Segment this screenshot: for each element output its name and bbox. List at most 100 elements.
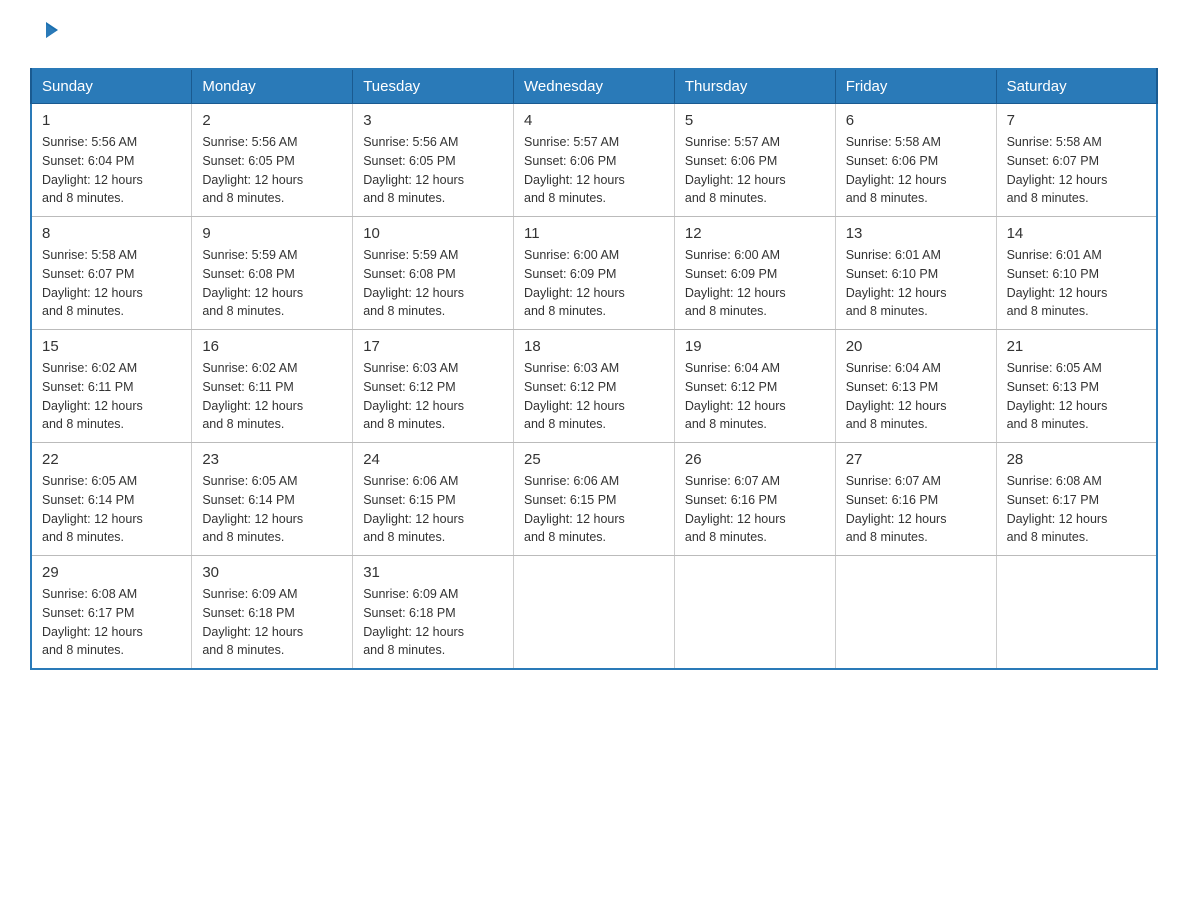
day-number: 12 xyxy=(685,225,825,242)
day-number: 25 xyxy=(524,451,664,468)
day-info: Sunrise: 6:09 AMSunset: 6:18 PMDaylight:… xyxy=(202,585,342,660)
day-cell-7: 7 Sunrise: 5:58 AMSunset: 6:07 PMDaylight… xyxy=(996,104,1157,217)
day-info: Sunrise: 6:05 AMSunset: 6:14 PMDaylight:… xyxy=(42,472,181,547)
day-info: Sunrise: 5:58 AMSunset: 6:07 PMDaylight:… xyxy=(1007,133,1146,208)
day-info: Sunrise: 5:56 AMSunset: 6:05 PMDaylight:… xyxy=(202,133,342,208)
day-info: Sunrise: 6:02 AMSunset: 6:11 PMDaylight:… xyxy=(42,359,181,434)
day-number: 2 xyxy=(202,112,342,129)
day-info: Sunrise: 6:08 AMSunset: 6:17 PMDaylight:… xyxy=(1007,472,1146,547)
day-cell-29: 29Sunrise: 6:08 AMSunset: 6:17 PMDayligh… xyxy=(31,556,192,670)
day-info: Sunrise: 6:04 AMSunset: 6:12 PMDaylight:… xyxy=(685,359,825,434)
day-number: 19 xyxy=(685,338,825,355)
day-cell-8: 8Sunrise: 5:58 AMSunset: 6:07 PMDaylight… xyxy=(31,217,192,330)
day-number: 8 xyxy=(42,225,181,242)
day-number: 26 xyxy=(685,451,825,468)
day-info: Sunrise: 6:01 AMSunset: 6:10 PMDaylight:… xyxy=(1007,246,1146,321)
day-number: 14 xyxy=(1007,225,1146,242)
day-info: Sunrise: 6:02 AMSunset: 6:11 PMDaylight:… xyxy=(202,359,342,434)
day-cell-21: 21 Sunrise: 6:05 AMSunset: 6:13 PMDayligh… xyxy=(996,330,1157,443)
day-cell-22: 22 Sunrise: 6:05 AMSunset: 6:14 PMDayligh… xyxy=(31,443,192,556)
empty-cell xyxy=(835,556,996,670)
empty-cell xyxy=(996,556,1157,670)
day-info: Sunrise: 6:03 AMSunset: 6:12 PMDaylight:… xyxy=(363,359,503,434)
day-number: 4 xyxy=(524,112,664,129)
page-header xyxy=(30,20,1158,48)
day-cell-2: 2 Sunrise: 5:56 AMSunset: 6:05 PMDaylight… xyxy=(192,104,353,217)
day-cell-1: 1 Sunrise: 5:56 AMSunset: 6:04 PMDaylight… xyxy=(31,104,192,217)
empty-cell xyxy=(514,556,675,670)
week-row-5: 29Sunrise: 6:08 AMSunset: 6:17 PMDayligh… xyxy=(31,556,1157,670)
day-cell-5: 5 Sunrise: 5:57 AMSunset: 6:06 PMDaylight… xyxy=(674,104,835,217)
day-info: Sunrise: 5:59 AMSunset: 6:08 PMDaylight:… xyxy=(202,246,342,321)
day-number: 20 xyxy=(846,338,986,355)
day-number: 21 xyxy=(1007,338,1146,355)
day-number: 17 xyxy=(363,338,503,355)
empty-cell xyxy=(674,556,835,670)
day-number: 31 xyxy=(363,564,503,581)
day-number: 1 xyxy=(42,112,181,129)
day-header-monday: Monday xyxy=(192,69,353,104)
day-info: Sunrise: 6:05 AMSunset: 6:14 PMDaylight:… xyxy=(202,472,342,547)
day-number: 7 xyxy=(1007,112,1146,129)
header-row: SundayMondayTuesdayWednesdayThursdayFrid… xyxy=(31,69,1157,104)
day-info: Sunrise: 6:06 AMSunset: 6:15 PMDaylight:… xyxy=(524,472,664,547)
day-info: Sunrise: 6:01 AMSunset: 6:10 PMDaylight:… xyxy=(846,246,986,321)
day-cell-27: 27 Sunrise: 6:07 AMSunset: 6:16 PMDayligh… xyxy=(835,443,996,556)
day-cell-31: 31 Sunrise: 6:09 AMSunset: 6:18 PMDayligh… xyxy=(353,556,514,670)
day-header-friday: Friday xyxy=(835,69,996,104)
day-number: 27 xyxy=(846,451,986,468)
day-info: Sunrise: 5:57 AMSunset: 6:06 PMDaylight:… xyxy=(685,133,825,208)
day-cell-12: 12 Sunrise: 6:00 AMSunset: 6:09 PMDayligh… xyxy=(674,217,835,330)
day-info: Sunrise: 5:58 AMSunset: 6:06 PMDaylight:… xyxy=(846,133,986,208)
day-cell-20: 20Sunrise: 6:04 AMSunset: 6:13 PMDayligh… xyxy=(835,330,996,443)
day-header-tuesday: Tuesday xyxy=(353,69,514,104)
day-number: 9 xyxy=(202,225,342,242)
day-number: 24 xyxy=(363,451,503,468)
day-cell-23: 23 Sunrise: 6:05 AMSunset: 6:14 PMDayligh… xyxy=(192,443,353,556)
day-info: Sunrise: 6:00 AMSunset: 6:09 PMDaylight:… xyxy=(524,246,664,321)
day-header-saturday: Saturday xyxy=(996,69,1157,104)
day-cell-13: 13Sunrise: 6:01 AMSunset: 6:10 PMDayligh… xyxy=(835,217,996,330)
logo xyxy=(30,20,60,48)
week-row-3: 15 Sunrise: 6:02 AMSunset: 6:11 PMDayligh… xyxy=(31,330,1157,443)
day-cell-17: 17 Sunrise: 6:03 AMSunset: 6:12 PMDayligh… xyxy=(353,330,514,443)
day-header-thursday: Thursday xyxy=(674,69,835,104)
day-number: 3 xyxy=(363,112,503,129)
day-info: Sunrise: 5:59 AMSunset: 6:08 PMDaylight:… xyxy=(363,246,503,321)
day-number: 29 xyxy=(42,564,181,581)
day-number: 23 xyxy=(202,451,342,468)
day-cell-9: 9 Sunrise: 5:59 AMSunset: 6:08 PMDaylight… xyxy=(192,217,353,330)
logo-flag-icon xyxy=(32,20,60,48)
day-number: 15 xyxy=(42,338,181,355)
day-cell-11: 11Sunrise: 6:00 AMSunset: 6:09 PMDayligh… xyxy=(514,217,675,330)
day-info: Sunrise: 6:03 AMSunset: 6:12 PMDaylight:… xyxy=(524,359,664,434)
day-number: 18 xyxy=(524,338,664,355)
day-cell-14: 14 Sunrise: 6:01 AMSunset: 6:10 PMDayligh… xyxy=(996,217,1157,330)
day-number: 5 xyxy=(685,112,825,129)
day-info: Sunrise: 5:57 AMSunset: 6:06 PMDaylight:… xyxy=(524,133,664,208)
day-number: 6 xyxy=(846,112,986,129)
day-info: Sunrise: 6:07 AMSunset: 6:16 PMDaylight:… xyxy=(846,472,986,547)
day-info: Sunrise: 5:56 AMSunset: 6:04 PMDaylight:… xyxy=(42,133,181,208)
day-number: 28 xyxy=(1007,451,1146,468)
day-cell-3: 3 Sunrise: 5:56 AMSunset: 6:05 PMDaylight… xyxy=(353,104,514,217)
day-cell-28: 28 Sunrise: 6:08 AMSunset: 6:17 PMDayligh… xyxy=(996,443,1157,556)
day-cell-16: 16 Sunrise: 6:02 AMSunset: 6:11 PMDayligh… xyxy=(192,330,353,443)
day-number: 16 xyxy=(202,338,342,355)
day-cell-26: 26 Sunrise: 6:07 AMSunset: 6:16 PMDayligh… xyxy=(674,443,835,556)
week-row-1: 1 Sunrise: 5:56 AMSunset: 6:04 PMDaylight… xyxy=(31,104,1157,217)
day-cell-4: 4 Sunrise: 5:57 AMSunset: 6:06 PMDaylight… xyxy=(514,104,675,217)
day-info: Sunrise: 6:07 AMSunset: 6:16 PMDaylight:… xyxy=(685,472,825,547)
day-number: 22 xyxy=(42,451,181,468)
day-number: 30 xyxy=(202,564,342,581)
day-info: Sunrise: 6:06 AMSunset: 6:15 PMDaylight:… xyxy=(363,472,503,547)
day-cell-15: 15 Sunrise: 6:02 AMSunset: 6:11 PMDayligh… xyxy=(31,330,192,443)
day-cell-6: 6 Sunrise: 5:58 AMSunset: 6:06 PMDaylight… xyxy=(835,104,996,217)
day-cell-25: 25 Sunrise: 6:06 AMSunset: 6:15 PMDayligh… xyxy=(514,443,675,556)
day-info: Sunrise: 6:05 AMSunset: 6:13 PMDaylight:… xyxy=(1007,359,1146,434)
day-cell-19: 19 Sunrise: 6:04 AMSunset: 6:12 PMDayligh… xyxy=(674,330,835,443)
day-info: Sunrise: 5:56 AMSunset: 6:05 PMDaylight:… xyxy=(363,133,503,208)
day-info: Sunrise: 6:00 AMSunset: 6:09 PMDaylight:… xyxy=(685,246,825,321)
day-header-sunday: Sunday xyxy=(31,69,192,104)
day-info: Sunrise: 6:09 AMSunset: 6:18 PMDaylight:… xyxy=(363,585,503,660)
